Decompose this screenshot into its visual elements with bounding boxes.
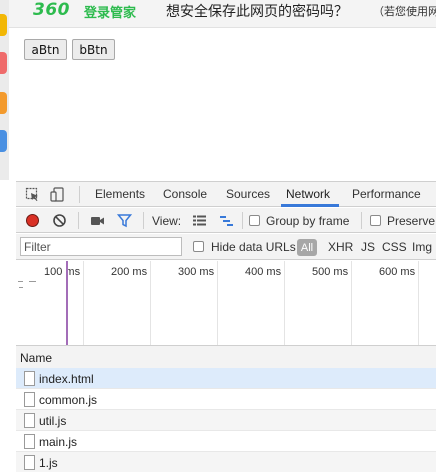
request-name: util.js <box>39 414 67 428</box>
file-icon <box>24 413 35 428</box>
b-button[interactable]: bBtn <box>72 39 115 60</box>
filter-type-css[interactable]: CSS <box>382 240 407 254</box>
filter-type-all[interactable]: All <box>297 239 317 256</box>
filter-type-img[interactable]: Img <box>412 240 432 254</box>
sidebar-app-icon-red[interactable] <box>0 52 7 74</box>
request-name: common.js <box>39 393 98 407</box>
divider <box>143 212 144 229</box>
file-icon <box>24 371 35 386</box>
devtools-tab-bar: Elements Console Sources Network Perform… <box>16 182 436 207</box>
table-row[interactable]: main.js <box>16 431 436 452</box>
table-row[interactable]: util.js <box>16 410 436 431</box>
list-view-icon[interactable] <box>192 213 207 228</box>
request-name: 1.js <box>39 456 58 470</box>
filter-bar: Hide data URLs All XHR JS CSS Img <box>16 234 436 260</box>
timeline-gridline <box>418 261 419 347</box>
table-row[interactable]: index.html <box>16 368 436 389</box>
tab-performance[interactable]: Performance <box>352 187 421 201</box>
divider <box>361 212 362 229</box>
save-password-question: 想安全保存此网页的密码吗？ <box>166 4 348 20</box>
hide-data-urls-label: Hide data URLs <box>211 240 296 254</box>
tab-elements[interactable]: Elements <box>95 187 145 201</box>
request-name: main.js <box>39 435 78 449</box>
dom-content-loaded-marker <box>66 261 68 347</box>
save-password-hint: （若您使用网 <box>373 5 436 18</box>
network-timeline-overview[interactable]: 100 ms 200 ms 300 ms 400 ms 500 ms 600 m… <box>16 261 436 347</box>
table-row[interactable]: 1.js <box>16 452 436 472</box>
filter-type-js[interactable]: JS <box>361 240 375 254</box>
tab-sources[interactable]: Sources <box>226 187 270 201</box>
group-by-frame-label: Group by frame <box>266 214 350 228</box>
filter-type-xhr[interactable]: XHR <box>328 240 353 254</box>
hide-data-urls-checkbox[interactable] <box>193 241 204 252</box>
timeline-tick-label: 300 ms <box>178 266 215 278</box>
timeline-gridline <box>217 261 218 347</box>
browser-side-strip <box>0 0 9 180</box>
timeline-tick-label: 100 ms <box>44 266 81 278</box>
sidebar-app-icon-yellow[interactable] <box>0 14 7 36</box>
file-icon <box>24 434 35 449</box>
password-manager-bar: 360 登录管家 想安全保存此网页的密码吗？ （若您使用网 <box>9 0 436 28</box>
preserve-log-label: Preserve l <box>387 214 436 228</box>
request-table-header: Name <box>16 345 436 369</box>
sidebar-app-icon-orange[interactable] <box>0 92 7 114</box>
a-button[interactable]: aBtn <box>24 39 67 60</box>
request-bar <box>29 281 36 282</box>
group-by-frame-checkbox[interactable] <box>249 215 260 226</box>
filter-funnel-icon[interactable] <box>117 213 132 228</box>
timeline-tick-label: 500 ms <box>312 266 349 278</box>
request-bar <box>18 281 23 282</box>
active-tab-indicator <box>281 204 339 207</box>
tab-console[interactable]: Console <box>163 187 207 201</box>
screenshot-camera-icon[interactable] <box>90 213 105 228</box>
preserve-log-checkbox[interactable] <box>370 215 381 226</box>
divider <box>79 186 80 203</box>
filter-input[interactable] <box>20 237 182 256</box>
file-icon <box>24 392 35 407</box>
inspect-element-icon[interactable] <box>25 187 40 202</box>
sidebar-app-icon-blue[interactable] <box>0 130 7 152</box>
brand-logo: 360 <box>33 0 70 20</box>
name-column-header[interactable]: Name <box>20 351 52 365</box>
timeline-tick-label: 600 ms <box>379 266 416 278</box>
timeline-tick-label: 200 ms <box>111 266 148 278</box>
request-list: index.html common.js util.js main.js 1.j… <box>16 368 436 472</box>
divider <box>242 212 243 229</box>
file-icon <box>24 455 35 470</box>
record-icon[interactable] <box>25 213 40 228</box>
request-bar <box>19 287 23 288</box>
timeline-gridline <box>83 261 84 347</box>
table-row[interactable]: common.js <box>16 389 436 410</box>
timeline-gridline <box>284 261 285 347</box>
timeline-tick-label: 400 ms <box>245 266 282 278</box>
devtools-panel: Elements Console Sources Network Perform… <box>16 181 436 472</box>
divider <box>78 212 79 229</box>
tab-network[interactable]: Network <box>286 187 330 201</box>
brand-name: 登录管家 <box>84 6 137 21</box>
device-toolbar-icon[interactable] <box>50 187 65 202</box>
clear-icon[interactable] <box>52 213 67 228</box>
view-label: View: <box>152 214 182 228</box>
waterfall-view-icon[interactable] <box>219 213 234 228</box>
timeline-gridline <box>150 261 151 347</box>
network-toolbar: View: Group by frame Preserve l <box>16 208 436 233</box>
timeline-gridline <box>351 261 352 347</box>
request-name: index.html <box>39 372 94 386</box>
